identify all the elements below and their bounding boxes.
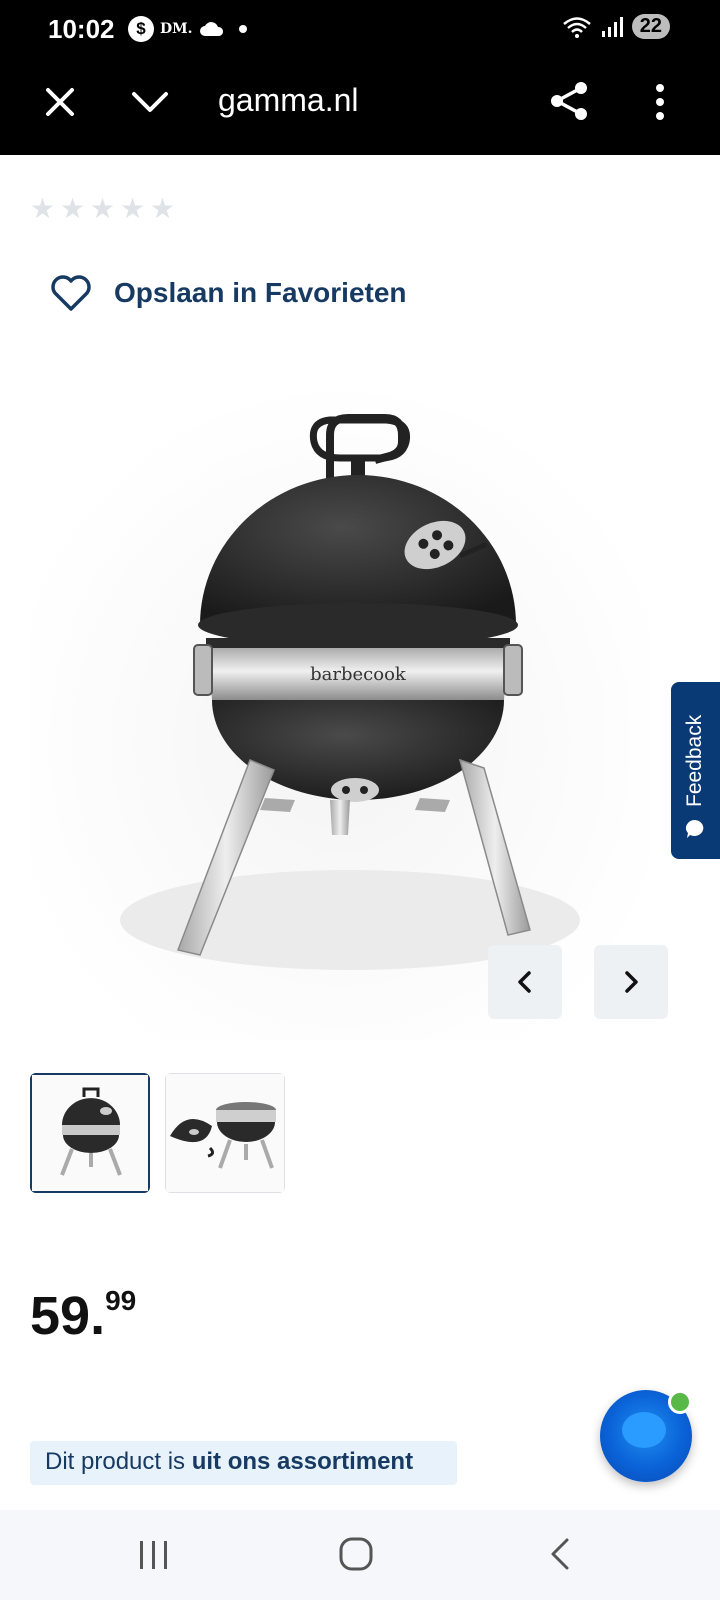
previous-image-button[interactable] [488, 945, 562, 1019]
notice-emphasis: uit ons assortiment [191, 1448, 414, 1475]
battery-indicator: 22 [631, 14, 670, 39]
chat-launcher-button[interactable] [600, 1390, 692, 1482]
url-display[interactable]: gamma.nl [218, 82, 359, 119]
next-image-button[interactable] [594, 945, 668, 1019]
close-icon[interactable] [42, 84, 78, 120]
chevron-right-icon [625, 971, 638, 993]
favorites-label: Opslaan in Favorieten [114, 277, 407, 308]
feedback-label: Feedback [683, 714, 706, 807]
status-bar: 10:02 $ DM. 22 [0, 0, 720, 60]
share-icon[interactable] [548, 80, 590, 122]
browser-toolbar: gamma.nl [0, 60, 720, 155]
more-vert-icon[interactable] [648, 82, 672, 122]
system-navigation-bar [0, 1510, 720, 1600]
status-time: 10:02 [48, 14, 115, 44]
dollar-badge-icon: $ [128, 16, 154, 42]
status-notifications: $ DM. [128, 16, 247, 42]
thumbnail-1[interactable] [30, 1073, 150, 1193]
signal-icon [601, 16, 623, 37]
feedback-tab[interactable]: Feedback [671, 682, 720, 859]
product-page: 10:02 $ DM. 22 gamma.nl ★ ★ ★ ★ ★ Opslaa… [0, 0, 720, 1600]
chat-launcher-icon [622, 1412, 666, 1448]
cloud-icon [199, 22, 223, 36]
home-icon[interactable] [338, 1536, 374, 1572]
dm-icon: DM. [160, 21, 193, 37]
availability-notice: Dit product is uit ons assortiment [30, 1441, 457, 1485]
save-to-favorites-button[interactable]: Opslaan in Favorieten [50, 274, 407, 312]
chat-bubble-icon [686, 820, 704, 838]
dot-icon [238, 25, 247, 33]
star-icon: ★ [90, 193, 116, 224]
star-icon: ★ [150, 193, 176, 224]
chevron-down-icon[interactable] [130, 84, 170, 120]
back-icon[interactable] [548, 1536, 572, 1572]
star-icon: ★ [30, 193, 56, 224]
status-system: 22 [562, 14, 670, 39]
recent-apps-icon[interactable] [136, 1538, 172, 1572]
thumbnail-image-barbecue-closed [32, 1075, 148, 1191]
chevron-left-icon [518, 971, 531, 993]
thumbnail-image-barbecue-open [166, 1074, 284, 1192]
brand-logo: barbecook [310, 664, 407, 685]
rating-stars[interactable]: ★ ★ ★ ★ ★ [30, 193, 176, 224]
wifi-icon [562, 16, 591, 38]
heart-icon [51, 275, 91, 311]
star-icon: ★ [120, 193, 146, 224]
online-status-indicator [668, 1390, 692, 1414]
price-cents: 99 [105, 1285, 137, 1316]
notice-prefix: Dit product is [45, 1448, 192, 1475]
price: 59.99 [30, 1285, 136, 1347]
thumbnail-2[interactable] [165, 1073, 285, 1193]
star-icon: ★ [60, 193, 86, 224]
product-image-barbecue[interactable]: barbecook [30, 380, 650, 1040]
price-main: 59. [30, 1286, 106, 1346]
